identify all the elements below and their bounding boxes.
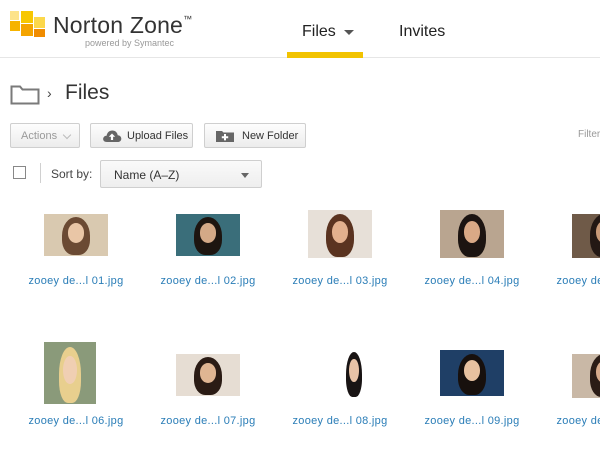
- thumbnail-face: [349, 359, 359, 382]
- file-name-link[interactable]: zooey de...l 01.jpg: [16, 276, 136, 287]
- file-name-link[interactable]: zooey de...l 09.jpg: [412, 416, 532, 427]
- thumbnail-face: [331, 220, 349, 243]
- file-item[interactable]: zooey de...l 06.jpg: [16, 342, 136, 434]
- actions-label: Actions: [21, 129, 58, 142]
- file-item[interactable]: zooey de...l 09.jpg: [412, 350, 532, 434]
- file-item[interactable]: zooey de...l 05.jpg: [544, 214, 600, 294]
- new-folder-label: New Folder: [242, 129, 299, 142]
- norton-zone-logo-icon[interactable]: [10, 11, 46, 39]
- upload-files-button[interactable]: Upload Files: [90, 123, 193, 148]
- file-item[interactable]: zooey de...l 08.jpg: [280, 348, 400, 434]
- logo-square-1: [10, 21, 20, 31]
- logo-square-3: [21, 24, 33, 36]
- folder-plus-icon: [216, 131, 234, 142]
- file-item[interactable]: zooey de...l 04.jpg: [412, 210, 532, 294]
- powered-by-text: powered by Symantec: [85, 38, 175, 48]
- file-thumbnail[interactable]: [176, 214, 240, 256]
- chevron-down-icon: [241, 173, 249, 178]
- sort-select[interactable]: Name (A–Z): [100, 160, 262, 188]
- file-item[interactable]: zooey de...l 07.jpg: [148, 354, 268, 434]
- file-item[interactable]: zooey de...l 01.jpg: [16, 214, 136, 294]
- chevron-down-icon: [344, 30, 354, 35]
- breadcrumb-separator: ›: [47, 85, 52, 101]
- page-title: Files: [65, 81, 110, 104]
- file-thumbnail[interactable]: [440, 350, 504, 396]
- file-item[interactable]: zooey de...l 10.jpg: [544, 354, 600, 434]
- file-thumbnail[interactable]: [308, 210, 372, 258]
- logo-square-6: [34, 29, 45, 37]
- file-thumbnail[interactable]: [44, 214, 108, 256]
- logo-square-2: [21, 11, 33, 23]
- thumbnail-face: [67, 223, 85, 243]
- file-name-link[interactable]: zooey de...l 08.jpg: [280, 416, 400, 427]
- file-thumbnail[interactable]: [572, 214, 600, 258]
- actions-dropdown-button[interactable]: Actions: [10, 123, 80, 148]
- file-item[interactable]: zooey de...l 03.jpg: [280, 210, 400, 294]
- thumbnail-face: [199, 363, 217, 383]
- divider: [40, 163, 41, 183]
- file-thumbnail[interactable]: [176, 354, 240, 396]
- file-thumbnail[interactable]: [572, 354, 600, 398]
- nav-tab-files[interactable]: Files: [287, 0, 363, 58]
- filter-label[interactable]: Filter: [578, 130, 600, 140]
- logo-square-4: [34, 17, 45, 28]
- file-thumbnail[interactable]: [336, 348, 372, 398]
- cloud-upload-icon: [103, 130, 122, 142]
- file-name-link[interactable]: zooey de...l 03.jpg: [280, 276, 400, 287]
- file-name-link[interactable]: zooey de...l 06.jpg: [16, 416, 136, 427]
- file-thumbnail[interactable]: [44, 342, 96, 404]
- logo-square-5: [10, 11, 19, 20]
- thumbnail-face: [463, 220, 481, 243]
- sort-selected-value: Name (A–Z): [114, 168, 180, 182]
- app-header: Norton Zone™ powered by Symantec Files I…: [0, 0, 600, 58]
- nav-tab-files-label: Files: [302, 23, 336, 40]
- thumbnail-face: [63, 355, 77, 385]
- file-name-link[interactable]: zooey de...l 02.jpg: [148, 276, 268, 287]
- file-thumbnail[interactable]: [440, 210, 504, 258]
- thumbnail-face: [199, 223, 217, 243]
- file-name-link[interactable]: zooey de...l 10.jpg: [544, 416, 600, 427]
- active-tab-indicator: [287, 52, 363, 58]
- file-name-link[interactable]: zooey de...l 04.jpg: [412, 276, 532, 287]
- sort-by-label: Sort by:: [51, 167, 93, 181]
- chevron-down-icon: [62, 130, 72, 140]
- file-name-link[interactable]: zooey de...l 07.jpg: [148, 416, 268, 427]
- new-folder-button[interactable]: New Folder: [204, 123, 306, 148]
- folder-icon[interactable]: [10, 82, 40, 105]
- nav-tab-invites[interactable]: Invites: [399, 24, 445, 40]
- select-all-checkbox[interactable]: [13, 166, 26, 179]
- upload-files-label: Upload Files: [127, 129, 189, 142]
- brand-name: Norton Zone™: [53, 12, 193, 38]
- file-item[interactable]: zooey de...l 02.jpg: [148, 214, 268, 294]
- file-name-link[interactable]: zooey de...l 05.jpg: [544, 276, 600, 287]
